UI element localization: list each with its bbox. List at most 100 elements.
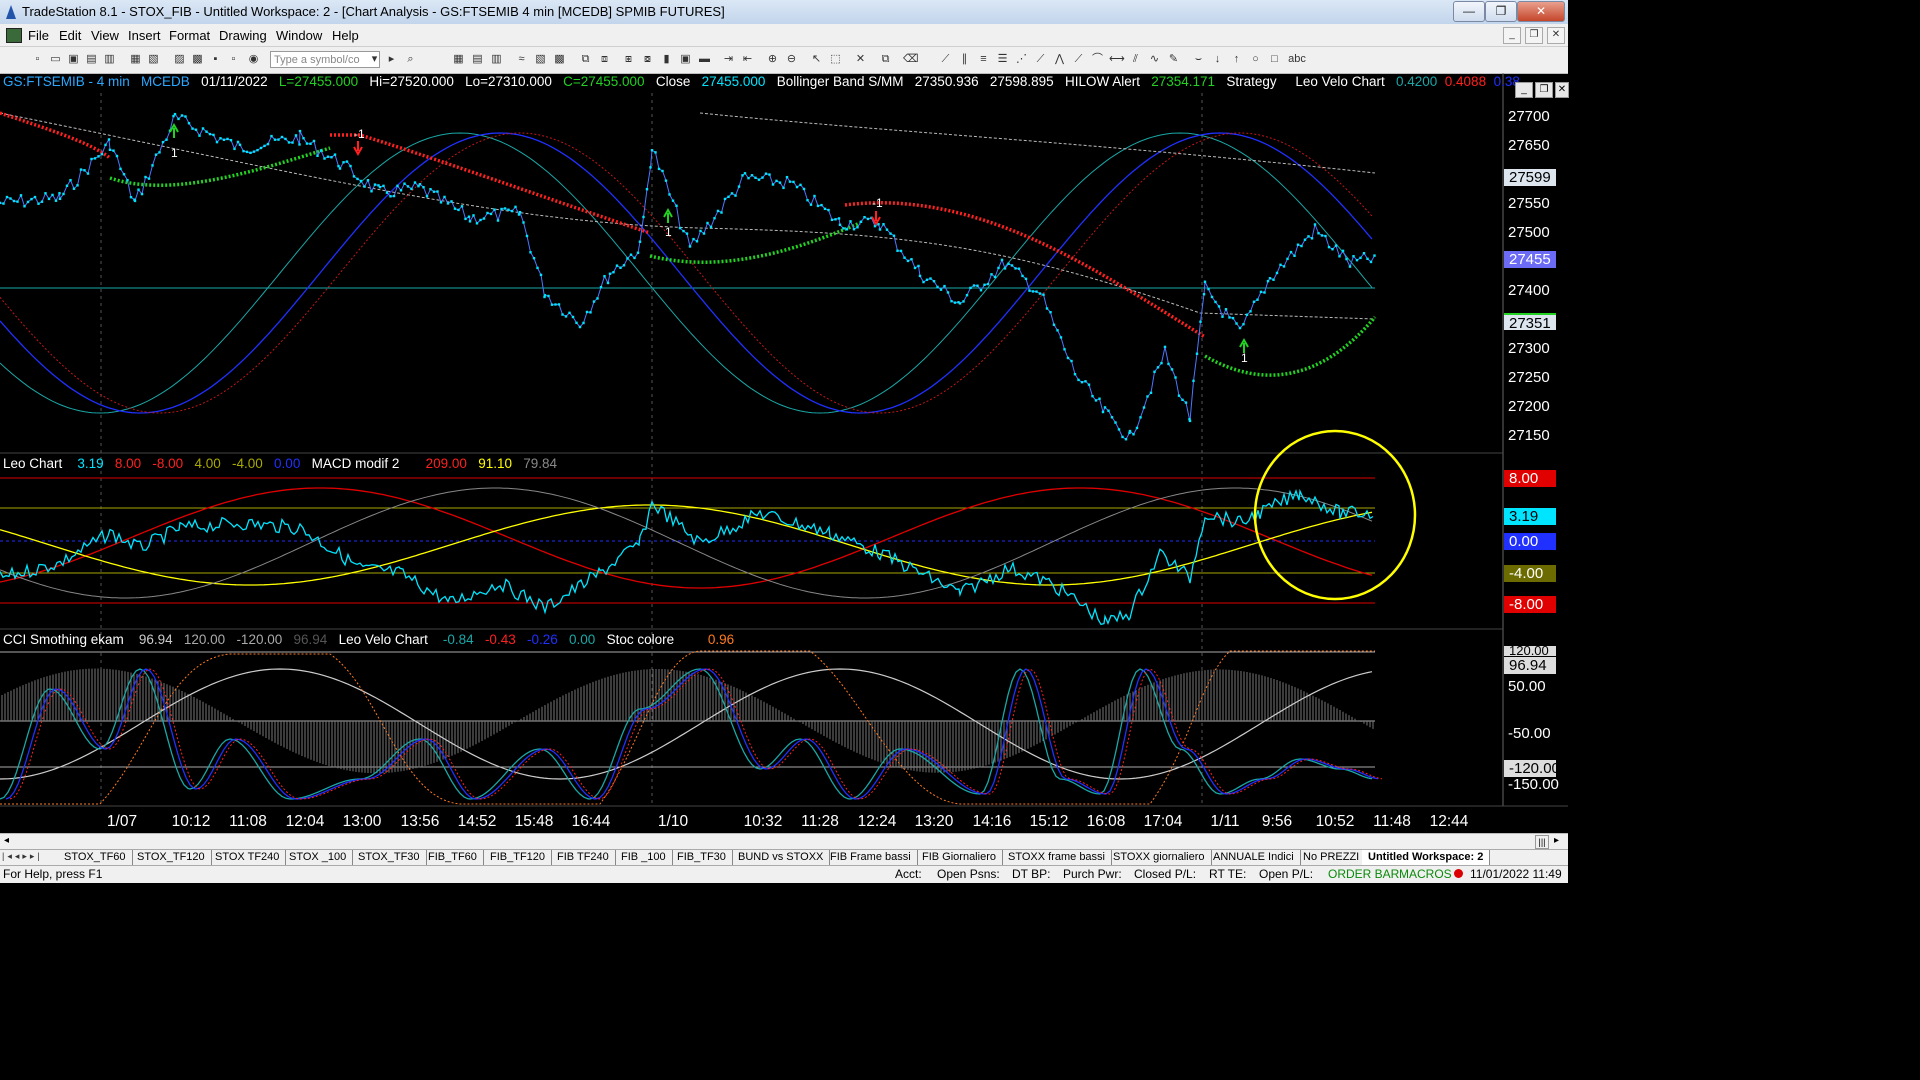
data-icon[interactable]: ▬ — [697, 52, 712, 67]
go-icon[interactable]: ▸ — [384, 52, 399, 67]
print-icon[interactable]: ▧ — [146, 52, 161, 67]
tab-stoxx-frame-bassi[interactable]: STOXX frame bassi — [1002, 850, 1112, 865]
close-button[interactable]: ✕ — [1517, 1, 1565, 22]
pane-minimize-button[interactable]: _ — [1515, 82, 1533, 98]
tools-icon[interactable]: ✕ — [853, 52, 868, 67]
restore-button[interactable]: ❐ — [1485, 1, 1517, 22]
fib-icon[interactable]: ☰ — [995, 52, 1010, 67]
andrews-icon[interactable]: ⋀ — [1052, 52, 1067, 67]
tab-untitled-workspace[interactable]: Untitled Workspace: 2 — [1362, 850, 1491, 865]
curve-icon[interactable]: ⌣ — [1191, 52, 1206, 67]
radar-icon[interactable]: ▤ — [470, 52, 485, 67]
leo-chart-label[interactable]: Leo Chart — [3, 456, 62, 471]
data-tip-icon[interactable]: ⬚ — [828, 52, 843, 67]
account-icon[interactable]: ⧈ — [597, 52, 612, 67]
tab-nav-icon[interactable]: |◂◂▸▸| — [2, 851, 43, 862]
analysis-icon[interactable]: ▩ — [552, 52, 567, 67]
lookup-icon[interactable]: ⌕ — [403, 52, 418, 67]
arrow-up-icon[interactable]: ↑ — [1229, 52, 1244, 67]
regression-icon[interactable]: ⟋ — [1071, 52, 1086, 67]
tab-fib-100[interactable]: FIB _100 — [615, 850, 673, 865]
rectangle-icon[interactable]: □ — [1267, 52, 1282, 67]
tab-fib-tf60[interactable]: FIB_TF60 — [422, 850, 484, 865]
tab-fib-tf30[interactable]: FIB_TF30 — [671, 850, 733, 865]
ellipse-icon[interactable]: ○ — [1248, 52, 1263, 67]
tab-fib-giornaliero[interactable]: FIB Giornaliero — [916, 850, 1003, 865]
tab-stoxx-giornaliero[interactable]: STOXX giornaliero — [1107, 850, 1212, 865]
macd-label[interactable]: MACD modif 2 — [312, 456, 400, 471]
stoc-label[interactable]: Stoc colore — [607, 632, 675, 647]
channel-icon[interactable]: ∥ — [957, 52, 972, 67]
menu-insert[interactable]: Insert — [128, 28, 161, 43]
symbol-label[interactable]: GS:FTSEMIB - 4 min — [3, 74, 130, 89]
chart-icon[interactable]: ▨ — [172, 52, 187, 67]
tab-fib-tf240[interactable]: FIB TF240 — [551, 850, 616, 865]
pointer-icon[interactable]: ↖ — [809, 52, 824, 67]
bollinger-label[interactable]: Bollinger Band S/MM — [777, 74, 904, 89]
cycle-icon[interactable]: ∿ — [1147, 52, 1162, 67]
tab-stox-tf60[interactable]: STOX_TF60 — [58, 850, 133, 865]
mdi-minimize-button[interactable]: _ — [1503, 27, 1521, 44]
save-icon[interactable]: ▣ — [66, 52, 81, 67]
scroll-right-icon[interactable]: ▸ — [1554, 835, 1559, 846]
menu-view[interactable]: View — [91, 28, 119, 43]
insert-strategy-icon[interactable]: ⧇ — [640, 52, 655, 67]
zoom-in-icon[interactable]: ⊕ — [765, 52, 780, 67]
ray-icon[interactable]: ⟷ — [1109, 52, 1125, 67]
strategy-label[interactable]: Strategy — [1226, 74, 1276, 89]
arc-icon[interactable]: ⌒ — [1090, 52, 1105, 67]
menu-edit[interactable]: Edit — [59, 28, 81, 43]
scanner-icon[interactable]: ▫ — [226, 52, 241, 67]
horizontal-lines-icon[interactable]: ≡ — [976, 52, 991, 67]
bars-expand-icon[interactable]: ⇤ — [740, 52, 755, 67]
bars-compress-icon[interactable]: ⇥ — [721, 52, 736, 67]
lock-icon[interactable]: ▪ — [208, 52, 223, 67]
portfolio-icon[interactable]: ▧ — [533, 52, 548, 67]
menu-format[interactable]: Format — [169, 28, 210, 43]
tab-fib-tf120[interactable]: FIB_TF120 — [484, 850, 553, 865]
menu-window[interactable]: Window — [276, 28, 322, 43]
magnet-icon[interactable]: ⧉ — [878, 52, 893, 67]
hilow-label[interactable]: HILOW Alert — [1065, 74, 1140, 89]
open-icon[interactable]: ▭ — [48, 52, 63, 67]
tab-stox-100[interactable]: STOX _100 — [283, 850, 354, 865]
window-icon[interactable]: ▩ — [190, 52, 205, 67]
new-icon[interactable]: ▫ — [30, 52, 45, 67]
cci-label[interactable]: CCI Smothing ekam — [3, 632, 124, 647]
trendline-icon[interactable]: ⟋ — [938, 52, 953, 67]
mdi-close-button[interactable]: ✕ — [1547, 27, 1565, 44]
matrix-icon[interactable]: ▥ — [489, 52, 504, 67]
tab-fib-frame-bassi[interactable]: FIB Frame bassi — [824, 850, 918, 865]
order-bar-button[interactable]: ORDER BAR — [1328, 867, 1399, 881]
parallel-icon[interactable]: ⫽ — [1128, 52, 1143, 67]
minimize-button[interactable]: — — [1453, 1, 1485, 22]
pen-icon[interactable]: ✎ — [1166, 52, 1181, 67]
zoom-out-icon[interactable]: ⊖ — [784, 52, 799, 67]
tab-annuale-indici[interactable]: ANNUALE Indici — [1207, 850, 1301, 865]
mdi-restore-button[interactable]: ❐ — [1525, 27, 1543, 44]
chart-canvas[interactable] — [0, 73, 1568, 833]
globe-icon[interactable]: ◉ — [246, 52, 261, 67]
horizontal-scrollbar[interactable]: ◂ ||| ▸ — [0, 833, 1568, 850]
chevron-down-icon[interactable]: ▾ — [367, 52, 382, 67]
workspace-icon[interactable]: ▤ — [84, 52, 99, 67]
tab-stox-tf240[interactable]: STOX TF240 — [209, 850, 287, 865]
text-tool-icon[interactable]: abc — [1286, 52, 1308, 67]
bar-style-icon[interactable]: ▮ — [659, 52, 674, 67]
folder-icon[interactable]: ▥ — [102, 52, 117, 67]
macros-button[interactable]: MACROS — [1399, 867, 1452, 881]
cci-velo-label[interactable]: Leo Velo Chart — [339, 632, 428, 647]
optionstation-icon[interactable]: ≈ — [514, 52, 529, 67]
pane-restore-button[interactable]: ❐ — [1535, 82, 1553, 98]
chart-window-icon[interactable] — [6, 28, 22, 43]
scroll-left-icon[interactable]: ◂ — [4, 835, 9, 846]
menu-help[interactable]: Help — [332, 28, 359, 43]
symbol-input[interactable]: Type a symbol/co — [270, 51, 380, 68]
orders-icon[interactable]: ⧉ — [578, 52, 593, 67]
scroll-thumb[interactable]: ||| — [1535, 835, 1549, 849]
print-preview-icon[interactable]: ▦ — [128, 52, 143, 67]
delete-drawing-icon[interactable]: ⌫ — [903, 52, 919, 67]
tab-no-prezzi[interactable]: No PREZZI — [1297, 850, 1367, 865]
velo-label[interactable]: Leo Velo Chart — [1295, 74, 1384, 89]
tab-stox-tf30[interactable]: STOX_TF30 — [352, 850, 427, 865]
